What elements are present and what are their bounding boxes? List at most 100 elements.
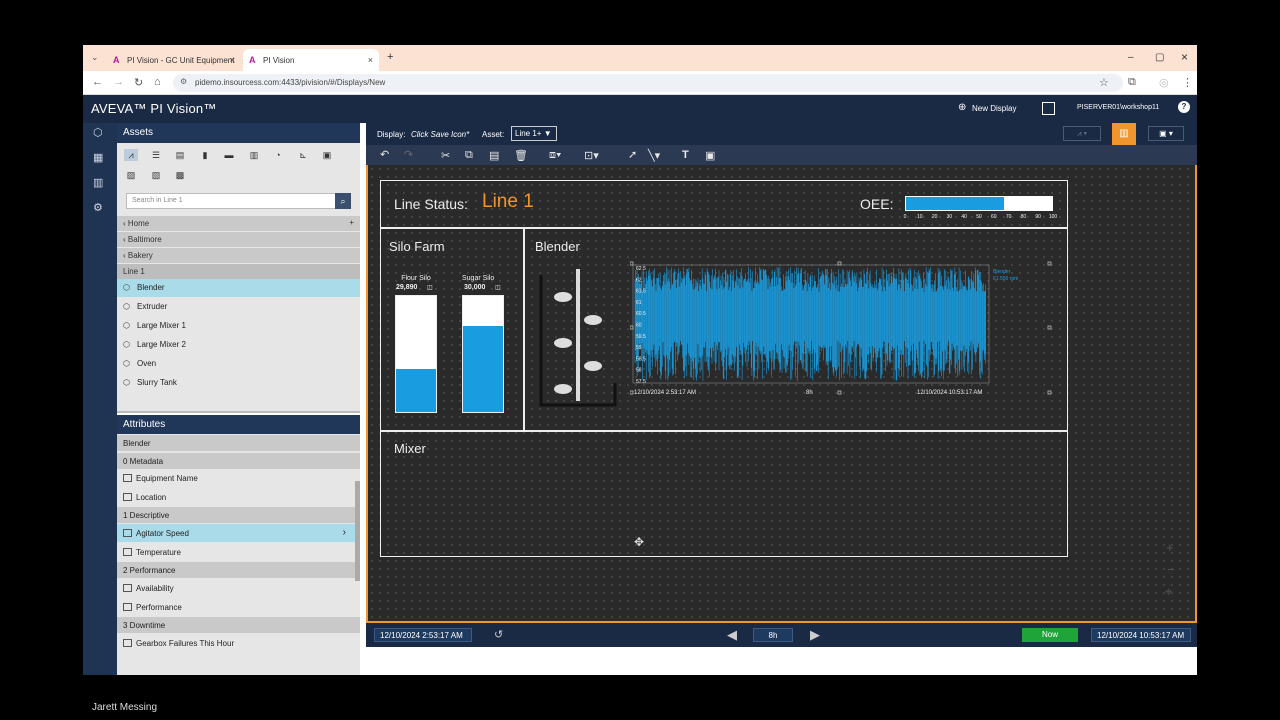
browser-tab-pi-vision[interactable]: A PI Vision ×	[243, 49, 379, 71]
profile-icon[interactable]: ◎	[1159, 76, 1169, 89]
revert-icon[interactable]: ↺	[494, 628, 503, 641]
symbols-icon[interactable]: ▦	[93, 151, 103, 164]
blender-trend[interactable]: 62.5 62 61.5 61 60.5 60 59.5 59 58.5 58 57.5 12/10…	[630, 261, 1058, 399]
asset-search-input[interactable]: Search in Line 1 ⌕	[126, 193, 351, 209]
home-icon[interactable]: ⌂	[154, 76, 161, 88]
xy-plot-icon[interactable]: ⊾	[296, 149, 310, 161]
attr-group-descriptive[interactable]: 1 Descriptive	[117, 507, 360, 523]
asset-item-slurry-tank[interactable]: ⬡ Slurry Tank	[117, 374, 360, 392]
arrange-icon[interactable]: ⧈▾	[549, 149, 561, 162]
back-icon[interactable]: ←	[92, 76, 103, 88]
forward-in-time-icon[interactable]: ▶	[810, 627, 820, 643]
trend-options-button[interactable]: ⩘ ▾	[1063, 126, 1101, 141]
blender-graphic[interactable]	[538, 265, 618, 410]
url-field[interactable]: ⚙ pidemo.insourcess.com:4433/pivision/#/…	[173, 74, 1123, 92]
grid-symbol-icon[interactable]: ▤	[173, 149, 187, 161]
horizontal-gauge-icon[interactable]: ▬	[222, 149, 236, 161]
tab-list-icon[interactable]: ⌄	[91, 52, 99, 63]
minimize-button[interactable]: –	[1128, 52, 1134, 63]
cut-icon[interactable]: ✂	[441, 149, 450, 162]
image-symbol-icon[interactable]: ▧	[149, 169, 163, 181]
attr-location[interactable]: Location	[117, 488, 360, 506]
breadcrumb-baltimore[interactable]: ‹ Baltimore	[117, 232, 360, 247]
attr-gearbox-failures[interactable]: Gearbox Failures This Hour	[117, 634, 360, 652]
zoom-out-icon[interactable]: −	[1167, 562, 1175, 577]
resize-handle[interactable]	[1047, 261, 1052, 266]
undo-icon[interactable]: ↶	[380, 148, 389, 161]
oee-bar[interactable]	[905, 196, 1053, 211]
trend-legend-name[interactable]: Blender	[993, 269, 1011, 275]
asset-comparison-icon[interactable]: ▨	[124, 169, 138, 181]
add-icon[interactable]: +	[349, 218, 354, 227]
attr-temperature[interactable]: Temperature	[117, 543, 360, 561]
forward-icon[interactable]: →	[113, 76, 124, 88]
new-display-button[interactable]: New Display	[972, 104, 1016, 113]
asset-item-blender[interactable]: ⬡ Blender	[117, 279, 360, 297]
attr-group-downtime[interactable]: 3 Downtime	[117, 617, 360, 633]
events-icon[interactable]: ⚙	[93, 201, 103, 214]
attr-agitator-speed[interactable]: Agitator Speed ›	[117, 524, 360, 542]
asset-item-extruder[interactable]: ⬡ Extruder	[117, 298, 360, 316]
picture-symbol-icon[interactable]: ▩	[173, 169, 187, 181]
zoom-in-icon[interactable]: +	[1166, 540, 1174, 555]
zoom-fit-icon[interactable]: ⌖	[1165, 584, 1172, 600]
trend-symbol-icon[interactable]: ⩘	[124, 149, 138, 161]
library-icon[interactable]: ▥	[93, 176, 103, 189]
start-time-field[interactable]: 12/10/2024 2:53:17 AM	[374, 628, 472, 642]
value-table-icon[interactable]: ▣	[320, 149, 334, 161]
paste-icon[interactable]: ▤	[489, 149, 499, 162]
sugar-silo-tank[interactable]	[462, 295, 504, 413]
delete-icon[interactable]: 🗑	[514, 149, 528, 162]
resize-handle[interactable]	[837, 390, 842, 395]
redo-icon[interactable]: ↷	[404, 148, 413, 161]
back-in-time-icon[interactable]: ◀	[727, 627, 737, 643]
browser-menu-icon[interactable]: ⋮	[1182, 76, 1193, 89]
vertical-gauge-icon[interactable]: ▮	[198, 149, 212, 161]
attr-performance[interactable]: Performance	[117, 598, 360, 616]
resize-handle[interactable]	[630, 390, 634, 395]
close-tab-icon[interactable]: ×	[230, 55, 235, 65]
text-tool-icon[interactable]: T	[682, 149, 689, 161]
edit-mode-icon[interactable]: ▥	[1112, 123, 1136, 145]
select-pointer-icon[interactable]: ➚	[628, 148, 637, 161]
close-tab-icon[interactable]: ×	[368, 55, 373, 65]
radial-gauge-icon[interactable]: ◔	[271, 149, 285, 161]
save-display-button[interactable]: ▣ ▾	[1148, 126, 1184, 141]
table-symbol-icon[interactable]: ☰	[149, 149, 163, 161]
end-time-field[interactable]: 12/10/2024 10:53:17 AM	[1091, 628, 1191, 642]
browser-tab-gc-unit[interactable]: A PI Vision - GC Unit Equipment ×	[107, 49, 241, 71]
image-tool-icon[interactable]: ▣	[705, 149, 715, 162]
attr-group-performance[interactable]: 2 Performance	[117, 562, 360, 578]
chart-link-icon[interactable]: ◫	[427, 284, 433, 291]
attr-group-metadata[interactable]: 0 Metadata	[117, 453, 360, 469]
maximize-button[interactable]: ▢	[1155, 52, 1164, 63]
align-icon[interactable]: ⊡▾	[584, 149, 599, 162]
server-name[interactable]: PISERVER01\workshop11	[1077, 104, 1159, 111]
asset-item-large-mixer-1[interactable]: ⬡ Large Mixer 1	[117, 317, 360, 335]
breadcrumb-bakery[interactable]: ‹ Bakery	[117, 248, 360, 263]
panel-splitter[interactable]	[117, 411, 360, 413]
resize-handle[interactable]	[630, 325, 634, 330]
attr-equipment-name[interactable]: Equipment Name	[117, 469, 360, 487]
chevron-right-icon[interactable]: ›	[343, 527, 346, 538]
breadcrumb-home[interactable]: ‹ Home +	[117, 216, 360, 231]
duration-field[interactable]: 8h	[753, 628, 793, 642]
bar-chart-icon[interactable]: ▥	[247, 149, 261, 161]
reload-icon[interactable]: ↻	[134, 76, 143, 89]
attr-availability[interactable]: Availability	[117, 579, 360, 597]
asset-item-large-mixer-2[interactable]: ⬡ Large Mixer 2	[117, 336, 360, 354]
help-icon[interactable]: ?	[1178, 101, 1190, 113]
resize-handle[interactable]	[837, 261, 842, 266]
chart-link-icon[interactable]: ◫	[495, 284, 501, 291]
display-canvas[interactable]: Line Status: Line 1 OEE: 0 10 20 30 40 50 60 70…	[366, 165, 1197, 623]
new-tab-button[interactable]: +	[387, 51, 393, 63]
close-window-button[interactable]: ×	[1181, 50, 1188, 64]
resize-handle[interactable]	[1047, 390, 1052, 395]
now-button[interactable]: Now	[1022, 628, 1078, 642]
search-icon[interactable]: ⌕	[335, 193, 351, 209]
attributes-scrollbar[interactable]	[355, 481, 360, 581]
asset-item-oven[interactable]: ⬡ Oven	[117, 355, 360, 373]
site-info-icon[interactable]: ⚙	[180, 77, 187, 86]
bookmark-star-icon[interactable]: ☆	[1099, 76, 1109, 89]
copy-icon[interactable]: ⧉	[465, 149, 473, 162]
